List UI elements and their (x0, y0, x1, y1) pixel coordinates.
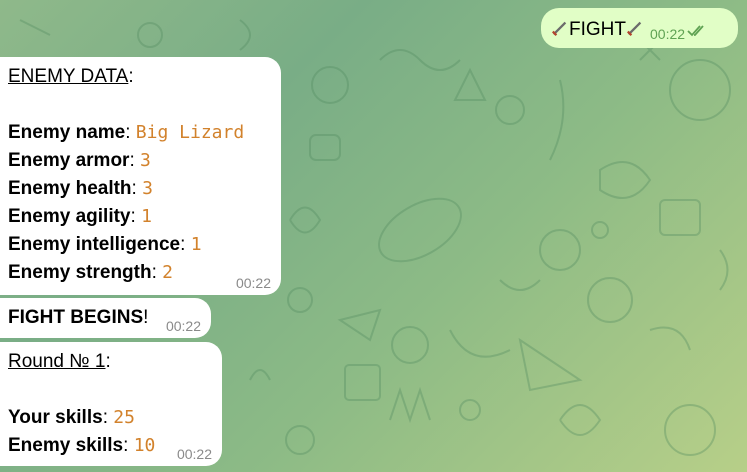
outgoing-text: FIGHT (569, 19, 626, 40)
sword-icon (552, 21, 567, 36)
enemy-skills-value: 10 (133, 435, 156, 456)
enemy-agility-value: 1 (141, 206, 152, 227)
enemy-strength-value: 2 (162, 262, 173, 283)
round-title: Round № 1 (8, 351, 106, 372)
message-time: 00:22 (165, 318, 201, 334)
sword-icon (627, 21, 642, 36)
your-skills-value: 25 (113, 407, 135, 428)
fight-begins-text: FIGHT BEGINS (8, 307, 144, 328)
message-time: 00:22 (176, 446, 212, 462)
message-time: 00:22 (650, 26, 686, 42)
fight-begins-message[interactable]: FIGHT BEGINS! 00:22 (0, 298, 211, 338)
enemy-armor-label: Enemy armor (8, 150, 130, 171)
enemy-armor-value: 3 (140, 150, 151, 171)
double-check-icon (687, 25, 704, 37)
enemy-intelligence-value: 1 (190, 234, 202, 255)
enemy-strength-label: Enemy strength (8, 262, 152, 283)
enemy-data-title: ENEMY DATA (8, 66, 129, 87)
enemy-skills-label: Enemy skills (8, 435, 124, 456)
round-message[interactable]: Round № 1: Your skills: 25 Enemy skills:… (0, 342, 222, 466)
enemy-intelligence-label: Enemy intelligence (8, 234, 181, 255)
enemy-agility-label: Enemy agility (8, 206, 131, 227)
enemy-health-label: Enemy health (8, 178, 132, 199)
your-skills-label: Your skills (8, 407, 103, 428)
message-time: 00:22 (235, 275, 271, 291)
enemy-name-label: Enemy name (8, 122, 126, 143)
enemy-name-value: Big Lizard (135, 122, 245, 143)
enemy-health-value: 3 (142, 178, 153, 199)
enemy-data-message[interactable]: ENEMY DATA: Enemy name: Big Lizard Enemy… (0, 57, 281, 295)
outgoing-message[interactable]: FIGHT 00:22 (541, 8, 738, 48)
